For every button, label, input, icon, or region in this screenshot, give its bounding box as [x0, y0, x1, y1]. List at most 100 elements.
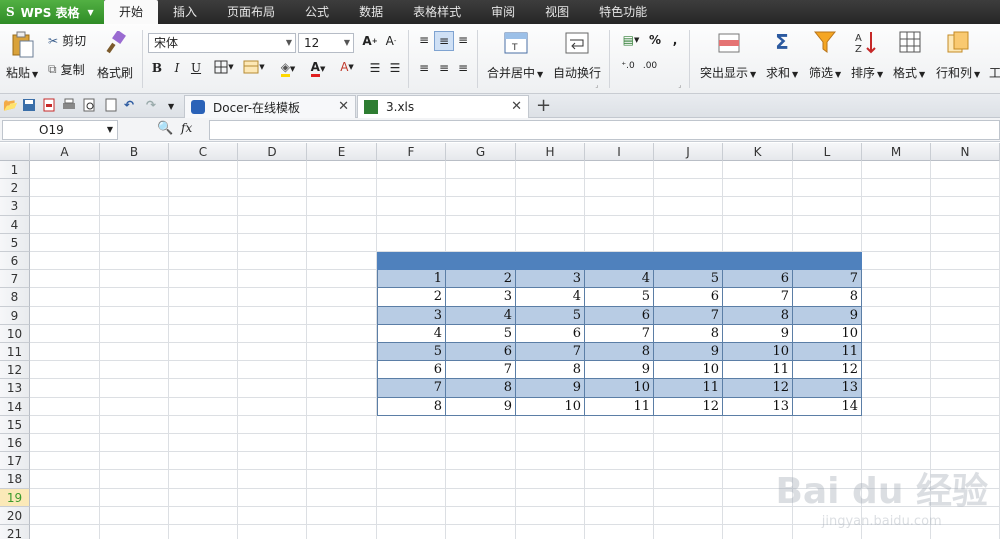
- grid-cell[interactable]: [654, 525, 723, 539]
- format-button[interactable]: 格式 ▼: [893, 64, 925, 81]
- grid-cell[interactable]: [238, 525, 307, 539]
- grid-cell[interactable]: [446, 233, 516, 252]
- table-cell[interactable]: 4: [516, 288, 585, 307]
- align-bottom-icon[interactable]: ≡: [455, 33, 471, 47]
- grid-cell[interactable]: [169, 397, 238, 416]
- grid-cell[interactable]: [516, 525, 585, 539]
- grid-cell[interactable]: [307, 506, 377, 525]
- table-cell[interactable]: 12: [793, 361, 862, 380]
- print-icon[interactable]: [62, 98, 78, 114]
- table-cell[interactable]: 4: [585, 270, 654, 289]
- grid-cell[interactable]: [516, 434, 585, 453]
- sum-button[interactable]: 求和 ▼: [766, 64, 798, 81]
- grid-cell[interactable]: [654, 452, 723, 471]
- row-header[interactable]: 9: [0, 306, 30, 325]
- grid-cell[interactable]: [377, 506, 446, 525]
- sort-button[interactable]: 排序 ▼: [851, 64, 883, 81]
- grid-cell[interactable]: [238, 215, 307, 234]
- table-cell[interactable]: 6: [585, 306, 654, 325]
- grid-cell[interactable]: [307, 179, 377, 198]
- grid-cell[interactable]: [169, 452, 238, 471]
- align-top-icon[interactable]: ≡: [416, 33, 432, 47]
- grid-cell[interactable]: [931, 415, 1000, 434]
- table-cell[interactable]: 9: [723, 324, 793, 343]
- dialog-launcher-icon[interactable]: ⌟: [593, 81, 601, 89]
- table-cell[interactable]: 11: [654, 379, 723, 398]
- grid-cell[interactable]: [654, 233, 723, 252]
- grid-cell[interactable]: [307, 415, 377, 434]
- table-cell[interactable]: 8: [793, 288, 862, 307]
- table-cell[interactable]: 11: [585, 397, 654, 416]
- font-size-select[interactable]: 12 ▼: [298, 33, 354, 53]
- grid-cell[interactable]: [723, 415, 793, 434]
- grid-cell[interactable]: [100, 252, 169, 271]
- table-cell[interactable]: 6: [377, 361, 446, 380]
- zoom-icon[interactable]: 🔍: [157, 121, 173, 136]
- row-header[interactable]: 11: [0, 343, 30, 362]
- grid-cell[interactable]: [862, 270, 931, 289]
- clear-format-icon[interactable]: A ▼: [334, 60, 360, 74]
- highlight-button[interactable]: 突出显示 ▼: [700, 64, 756, 81]
- grid-cell[interactable]: [585, 434, 654, 453]
- column-header[interactable]: L: [793, 143, 862, 161]
- menu-tab[interactable]: 开始: [104, 0, 159, 24]
- sort-icon[interactable]: AZ: [853, 29, 879, 55]
- grid-cell[interactable]: [585, 452, 654, 471]
- table-cell[interactable]: 8: [516, 361, 585, 380]
- grid-cell[interactable]: [654, 161, 723, 180]
- grid-cell[interactable]: [100, 379, 169, 398]
- table-cell[interactable]: 6: [516, 324, 585, 343]
- column-header[interactable]: G: [446, 143, 516, 161]
- row-header[interactable]: 20: [0, 506, 30, 525]
- grid-cell[interactable]: [169, 506, 238, 525]
- table-cell[interactable]: 4: [377, 324, 446, 343]
- app-menu-button[interactable]: S WPS 表格 ▼: [0, 0, 104, 24]
- grid-cell[interactable]: [723, 434, 793, 453]
- grid-cell[interactable]: [30, 470, 100, 489]
- formula-input[interactable]: [209, 120, 1000, 140]
- grid-cell[interactable]: [585, 197, 654, 216]
- grid-cell[interactable]: [516, 452, 585, 471]
- grid-cell[interactable]: [238, 470, 307, 489]
- grid-cell[interactable]: [446, 179, 516, 198]
- font-color-icon[interactable]: A ▼: [304, 60, 332, 77]
- grid-cell[interactable]: [585, 215, 654, 234]
- grid-cell[interactable]: [516, 197, 585, 216]
- grid-cell[interactable]: [30, 288, 100, 307]
- doc-tab-docer[interactable]: Docer-在线模板 ✕: [184, 95, 356, 118]
- row-header[interactable]: 21: [0, 525, 30, 539]
- grid-cell[interactable]: [169, 525, 238, 539]
- grid-cell[interactable]: [446, 525, 516, 539]
- grid-cell[interactable]: [238, 324, 307, 343]
- grid-cell[interactable]: [30, 306, 100, 325]
- grid-cell[interactable]: [862, 161, 931, 180]
- grid-cell[interactable]: [862, 397, 931, 416]
- grid-cell[interactable]: [307, 270, 377, 289]
- table-cell[interactable]: 8: [723, 306, 793, 325]
- grid-cell[interactable]: [30, 434, 100, 453]
- table-cell[interactable]: 8: [585, 343, 654, 362]
- grid-cell[interactable]: [446, 470, 516, 489]
- grid-cell[interactable]: [100, 488, 169, 507]
- close-icon[interactable]: ✕: [338, 99, 349, 114]
- grid-cell[interactable]: [931, 397, 1000, 416]
- table-cell[interactable]: 10: [723, 343, 793, 362]
- name-box[interactable]: O19 ▼: [2, 120, 118, 140]
- open-folder-icon[interactable]: 📂: [3, 98, 19, 114]
- column-header[interactable]: A: [30, 143, 100, 161]
- table-cell[interactable]: 7: [516, 343, 585, 362]
- grid-cell[interactable]: [377, 215, 446, 234]
- highlight-icon[interactable]: [716, 31, 742, 55]
- menu-tab[interactable]: 审阅: [476, 0, 530, 24]
- grid-cell[interactable]: [30, 233, 100, 252]
- table-cell[interactable]: 10: [793, 324, 862, 343]
- grid-cell[interactable]: [516, 161, 585, 180]
- table-cell[interactable]: 10: [654, 361, 723, 380]
- menu-tab[interactable]: 公式: [290, 0, 344, 24]
- column-header[interactable]: I: [585, 143, 654, 161]
- grid-cell[interactable]: [377, 197, 446, 216]
- select-all-corner[interactable]: [0, 143, 30, 161]
- table-cell[interactable]: 2: [446, 270, 516, 289]
- grid-cell[interactable]: [585, 506, 654, 525]
- merge-center-button[interactable]: 合并居中 ▼: [487, 64, 543, 81]
